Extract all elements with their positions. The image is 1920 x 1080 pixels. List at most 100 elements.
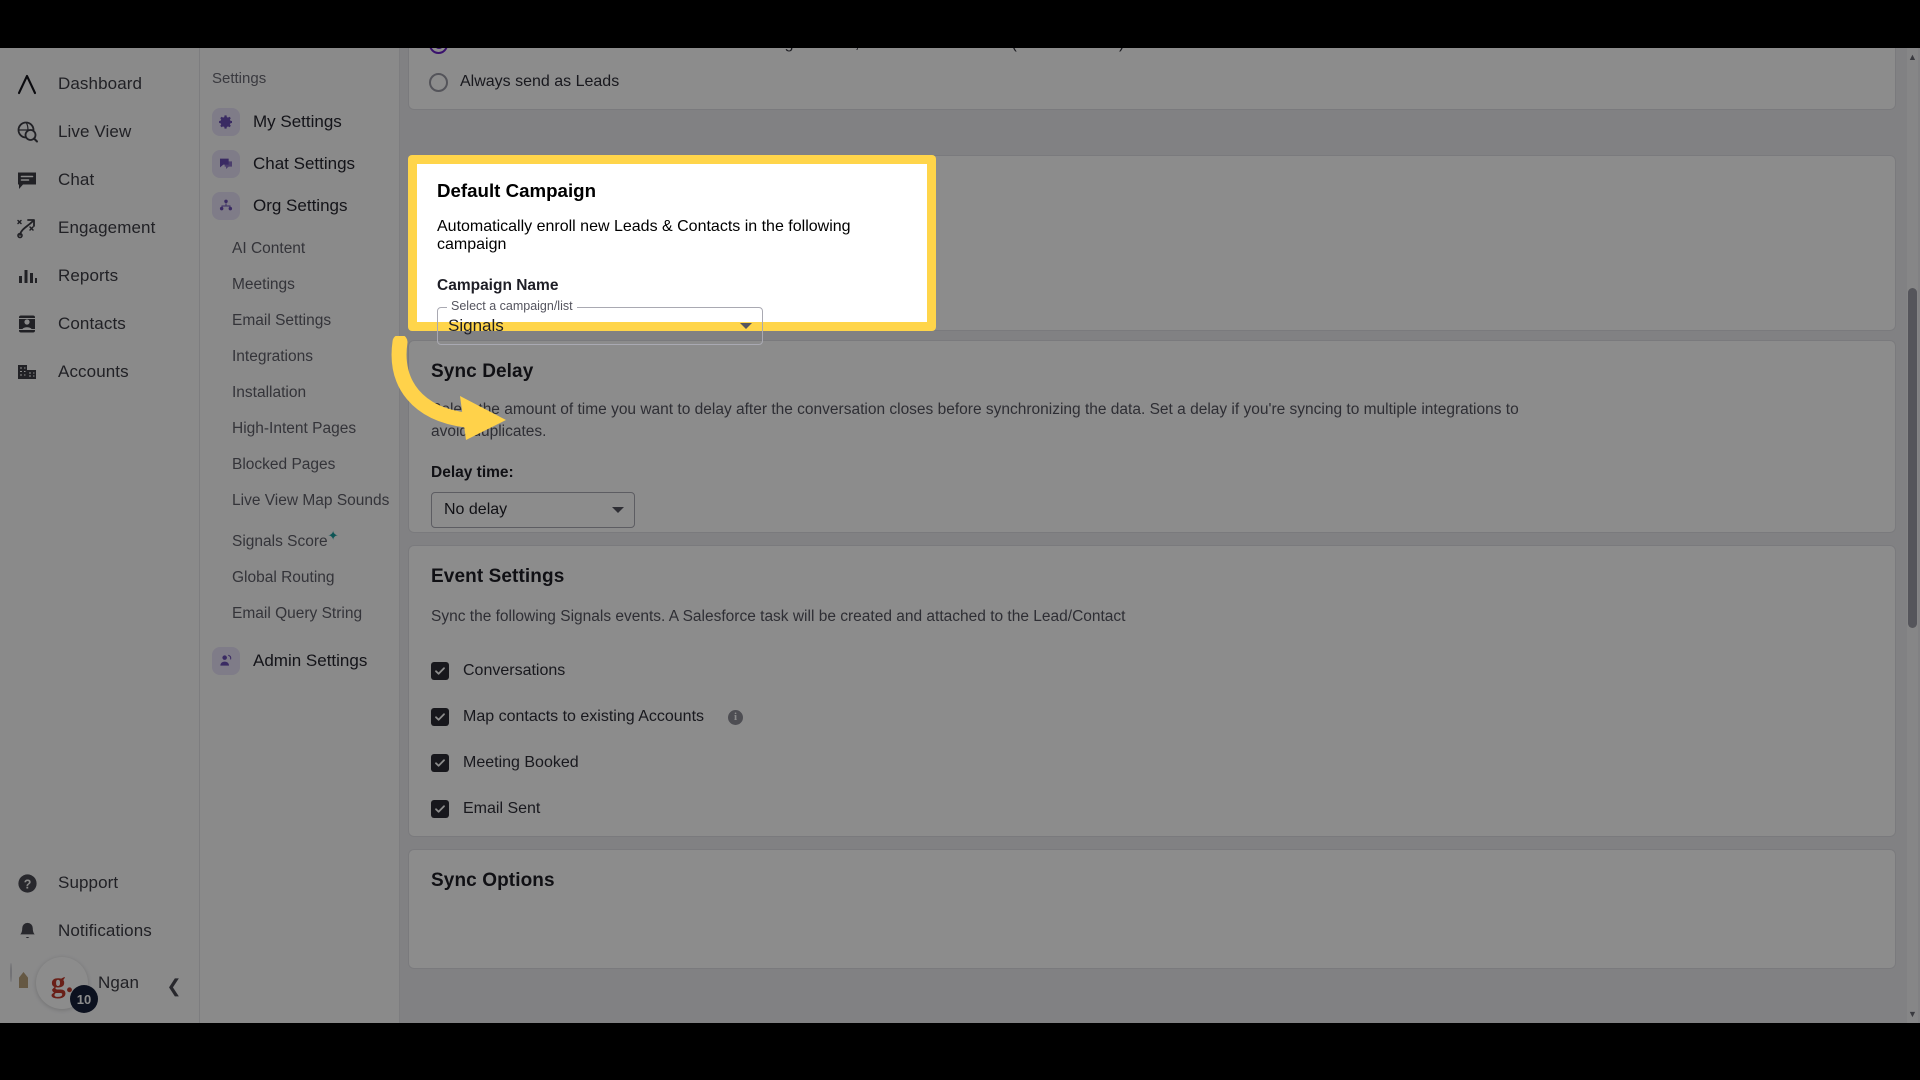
nav-label: Reports [58, 266, 119, 285]
notification-count-badge[interactable]: 10 [70, 985, 98, 1013]
sidebar-item-meetings[interactable]: Meetings [200, 267, 399, 303]
nav-label: Engagement [58, 218, 156, 237]
checkbox-row-conversations[interactable]: Conversations [431, 654, 1873, 688]
sidebar-label: Admin Settings [253, 651, 368, 671]
nav-item-support[interactable]: ? Support [0, 859, 199, 907]
sidebar-label: Integrations [232, 348, 313, 365]
radio-option-contacts[interactable]: Send as Contacts if associated with an e… [429, 48, 1124, 63]
sidebar-item-email-settings[interactable]: Email Settings [200, 303, 399, 339]
nav-label: Support [58, 873, 119, 892]
sidebar-item-chat-settings[interactable]: Chat Settings [200, 143, 399, 185]
engagement-path-icon [14, 215, 40, 241]
sidebar-label: High-Intent Pages [232, 420, 357, 437]
event-settings-title: Event Settings [431, 566, 565, 587]
radio-selected-icon [429, 48, 448, 54]
campaign-select[interactable]: Select a campaign/list Signals [437, 299, 763, 345]
checkbox-label: Conversations [463, 662, 566, 680]
campaign-select-value: Signals [448, 316, 504, 335]
contact-card-icon [14, 311, 40, 337]
sync-delay-description: Select the amount of time you want to de… [431, 401, 1519, 441]
nav-item-contacts[interactable]: Contacts [0, 300, 199, 348]
sidebar-item-ai-content[interactable]: AI Content [200, 231, 399, 267]
delay-time-value: No delay [444, 500, 508, 518]
sidebar-item-global-routing[interactable]: Global Routing [200, 560, 399, 596]
svg-text:?: ? [23, 877, 31, 891]
sidebar-label: Blocked Pages [232, 456, 336, 473]
sidebar-item-integrations[interactable]: Integrations [200, 339, 399, 375]
checkbox-checked-icon [431, 754, 449, 773]
sidebar-label: Meetings [232, 276, 295, 293]
nav-label: Chat [58, 170, 95, 189]
campaign-select-legend: Select a campaign/list [447, 299, 577, 313]
checkbox-row-map-contacts[interactable]: Map contacts to existing Accounts i [431, 700, 1873, 734]
admin-user-icon [212, 647, 240, 676]
gear-icon [212, 108, 240, 136]
sidebar-label: Chat Settings [253, 154, 356, 173]
sidebar-item-high-intent-pages[interactable]: High-Intent Pages [200, 411, 399, 447]
sidebar-item-installation[interactable]: Installation [200, 375, 399, 411]
sidebar-item-my-settings[interactable]: My Settings [200, 101, 399, 143]
event-settings-card: Event Settings Sync the following Signal… [408, 545, 1896, 837]
sidebar-label: Org Settings [253, 196, 348, 215]
checkbox-checked-icon [431, 708, 449, 727]
sync-delay-title: Sync Delay [431, 361, 534, 382]
checkbox-label: Email Sent [463, 800, 541, 818]
nav-label: Contacts [58, 314, 126, 333]
sidebar-label: My Settings [253, 112, 342, 131]
nav-label: Dashboard [58, 74, 143, 93]
checkbox-checked-icon [431, 800, 449, 819]
nav-item-chat[interactable]: Chat [0, 156, 199, 204]
org-people-icon [212, 192, 240, 220]
chevron-down-icon [612, 506, 624, 513]
settings-sidebar-title: Settings [212, 70, 267, 87]
sidebar-item-blocked-pages[interactable]: Blocked Pages [200, 447, 399, 483]
app-viewport: Send as Contacts if associated with an e… [0, 48, 1920, 1023]
sidebar-item-org-settings[interactable]: Org Settings [200, 185, 399, 227]
user-name: Ngan [98, 973, 140, 992]
default-campaign-card: Default Campaign Automatically enroll ne… [417, 164, 927, 345]
default-campaign-description: Automatically enroll new Leads & Contact… [437, 218, 851, 253]
content-scrollbar-thumb[interactable] [1908, 288, 1917, 628]
radio-option-leads[interactable]: Always send as Leads [429, 63, 619, 101]
question-circle-icon: ? [14, 870, 40, 896]
nav-item-accounts[interactable]: Accounts [0, 348, 199, 396]
bar-chart-icon [14, 263, 40, 289]
delay-time-select[interactable]: No delay [431, 491, 635, 528]
chevron-up-icon[interactable]: ▲ [1907, 50, 1918, 64]
premium-star-icon: ✦ [327, 528, 339, 543]
nav-item-live-view[interactable]: Live View [0, 108, 199, 156]
nav-item-engagement[interactable]: Engagement [0, 204, 199, 252]
avatar-image [10, 963, 12, 982]
chevron-left-icon[interactable]: ❮ [163, 975, 185, 997]
settings-sidebar: Settings My Settings Chat Settings Org S… [200, 48, 400, 1023]
sidebar-item-signals-score[interactable]: Signals Score✦ [200, 519, 399, 560]
sidebar-item-admin-settings[interactable]: Admin Settings [200, 640, 399, 682]
bell-icon [14, 918, 40, 944]
nav-label: Accounts [58, 362, 129, 381]
chat-bubble-icon [14, 167, 40, 193]
checkbox-row-email-sent[interactable]: Email Sent [431, 792, 1873, 826]
checkbox-checked-icon [431, 662, 449, 681]
nav-label: Live View [58, 122, 132, 141]
default-campaign-title: Default Campaign [437, 180, 596, 201]
sidebar-item-email-query-string[interactable]: Email Query String [200, 596, 399, 632]
radio-unselected-icon [429, 72, 448, 92]
info-icon[interactable]: i [728, 709, 744, 725]
chat-settings-icon [212, 150, 240, 178]
sidebar-label: Global Routing [232, 569, 335, 587]
campaign-name-label: Campaign Name [437, 277, 559, 294]
nav-item-notifications[interactable]: Notifications [0, 907, 199, 955]
accounts-building-icon [14, 359, 40, 385]
nav-item-dashboard[interactable]: Dashboard [0, 60, 199, 108]
sidebar-item-live-view-map-sounds[interactable]: Live View Map Sounds [200, 483, 399, 519]
sidebar-label: Email Query String [232, 605, 363, 623]
globe-search-icon [14, 119, 40, 145]
radio-option-label: Send as Contacts if associated with an e… [460, 48, 1124, 53]
event-settings-description: Sync the following Signals events. A Sal… [431, 608, 1126, 625]
lead-routing-card: Send as Contacts if associated with an e… [408, 48, 1896, 110]
chevron-down-icon[interactable]: ▼ [1907, 1007, 1918, 1021]
nav-item-reports[interactable]: Reports [0, 252, 199, 300]
checkbox-row-meeting-booked[interactable]: Meeting Booked [431, 746, 1873, 780]
sidebar-label: Email Settings [232, 312, 332, 329]
sync-options-title: Sync Options [431, 870, 555, 891]
